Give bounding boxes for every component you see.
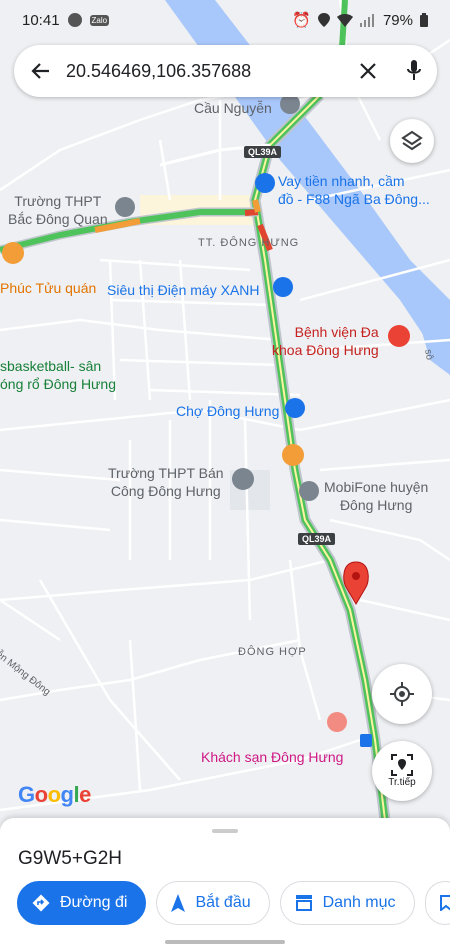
start-label: Bắt đầu [195, 894, 251, 911]
alarm-icon: ⏰ [292, 12, 311, 29]
label-phuc-tuu-quan[interactable]: Phúc Tửu quán [0, 279, 96, 297]
live-view-icon [391, 754, 413, 776]
google-logo: Google [18, 782, 91, 807]
catalog-label: Danh mục [322, 894, 396, 911]
voice-search-button[interactable] [391, 45, 437, 97]
my-location-button[interactable] [372, 664, 432, 724]
wifi-icon [336, 13, 353, 27]
catalog-button[interactable]: Danh mục [279, 881, 415, 925]
status-time: 10:41 [22, 11, 60, 29]
start-button[interactable]: Bắt đầu [156, 881, 270, 925]
directions-label: Đường đi [60, 894, 128, 911]
label-benh-vien[interactable]: Bệnh viện Đa khoa Đông Hưng [272, 323, 379, 359]
layers-button[interactable] [390, 119, 434, 163]
battery-icon [420, 13, 428, 27]
label-cho-dong-hung[interactable]: Chợ Đông Hưng [176, 402, 279, 420]
label-cau-nguyen[interactable]: Cầu Nguyễn [194, 99, 272, 117]
label-truong-thpt-bac[interactable]: Trường THPT Bắc Đông Quan [8, 192, 108, 228]
navigation-arrow-icon [171, 894, 186, 912]
place-sheet[interactable]: G9W5+G2H Đường đi Bắt đầu Danh mục [0, 818, 450, 950]
gesture-bar [165, 940, 285, 944]
location-status-icon [317, 13, 330, 27]
arrow-back-icon [31, 63, 49, 79]
search-input[interactable]: 20.546469,106.357688 [66, 61, 345, 82]
label-tt-dong-hung: TT. ĐÔNG HƯNG [198, 237, 300, 249]
signal-icon [359, 13, 374, 27]
back-button[interactable] [14, 45, 66, 97]
storefront-icon [295, 895, 312, 911]
sheet-drag-handle[interactable] [212, 829, 238, 833]
live-view-button[interactable]: Tr.tiếp [372, 741, 432, 801]
search-bar[interactable]: 20.546469,106.357688 [14, 45, 437, 97]
close-icon [360, 63, 376, 79]
bookmark-icon [439, 895, 450, 911]
label-basketball[interactable]: sbasketball- sân óng rổ Đông Hưng [0, 357, 116, 393]
zalo-icon: Zalo [89, 14, 110, 26]
directions-button[interactable]: Đường đi [17, 881, 147, 925]
label-truong-thpt-ban[interactable]: Trường THPT Bán Công Đông Hưng [108, 464, 224, 500]
label-mobifone[interactable]: MobiFone huyện Đông Hưng [324, 478, 428, 514]
chrome-icon [67, 13, 82, 27]
label-khach-san[interactable]: Khách sạn Đông Hưng [201, 748, 343, 766]
status-bar: 10:41 Zalo ⏰ 79% [0, 0, 450, 40]
label-dong-hop: ĐÔNG HỢP [238, 646, 307, 658]
clear-button[interactable] [345, 45, 391, 97]
my-location-icon [390, 682, 414, 706]
label-vay-tien[interactable]: Vay tiền nhanh, cầm đồ - F88 Ngã Ba Đông… [278, 172, 430, 208]
label-sieu-thi[interactable]: Siêu thị Điện máy XANH [107, 281, 260, 299]
layers-icon [401, 130, 423, 151]
action-row: Đường đi Bắt đầu Danh mục [17, 881, 450, 925]
save-button[interactable] [424, 881, 450, 925]
plus-code: G9W5+G2H [18, 848, 123, 869]
mic-icon [407, 60, 421, 80]
battery-level: 79% [382, 11, 413, 29]
directions-icon [32, 894, 50, 912]
road-shield: QL39A [298, 533, 336, 545]
road-shield: QL39A [244, 146, 282, 158]
live-view-label: Tr.tiếp [388, 777, 416, 788]
